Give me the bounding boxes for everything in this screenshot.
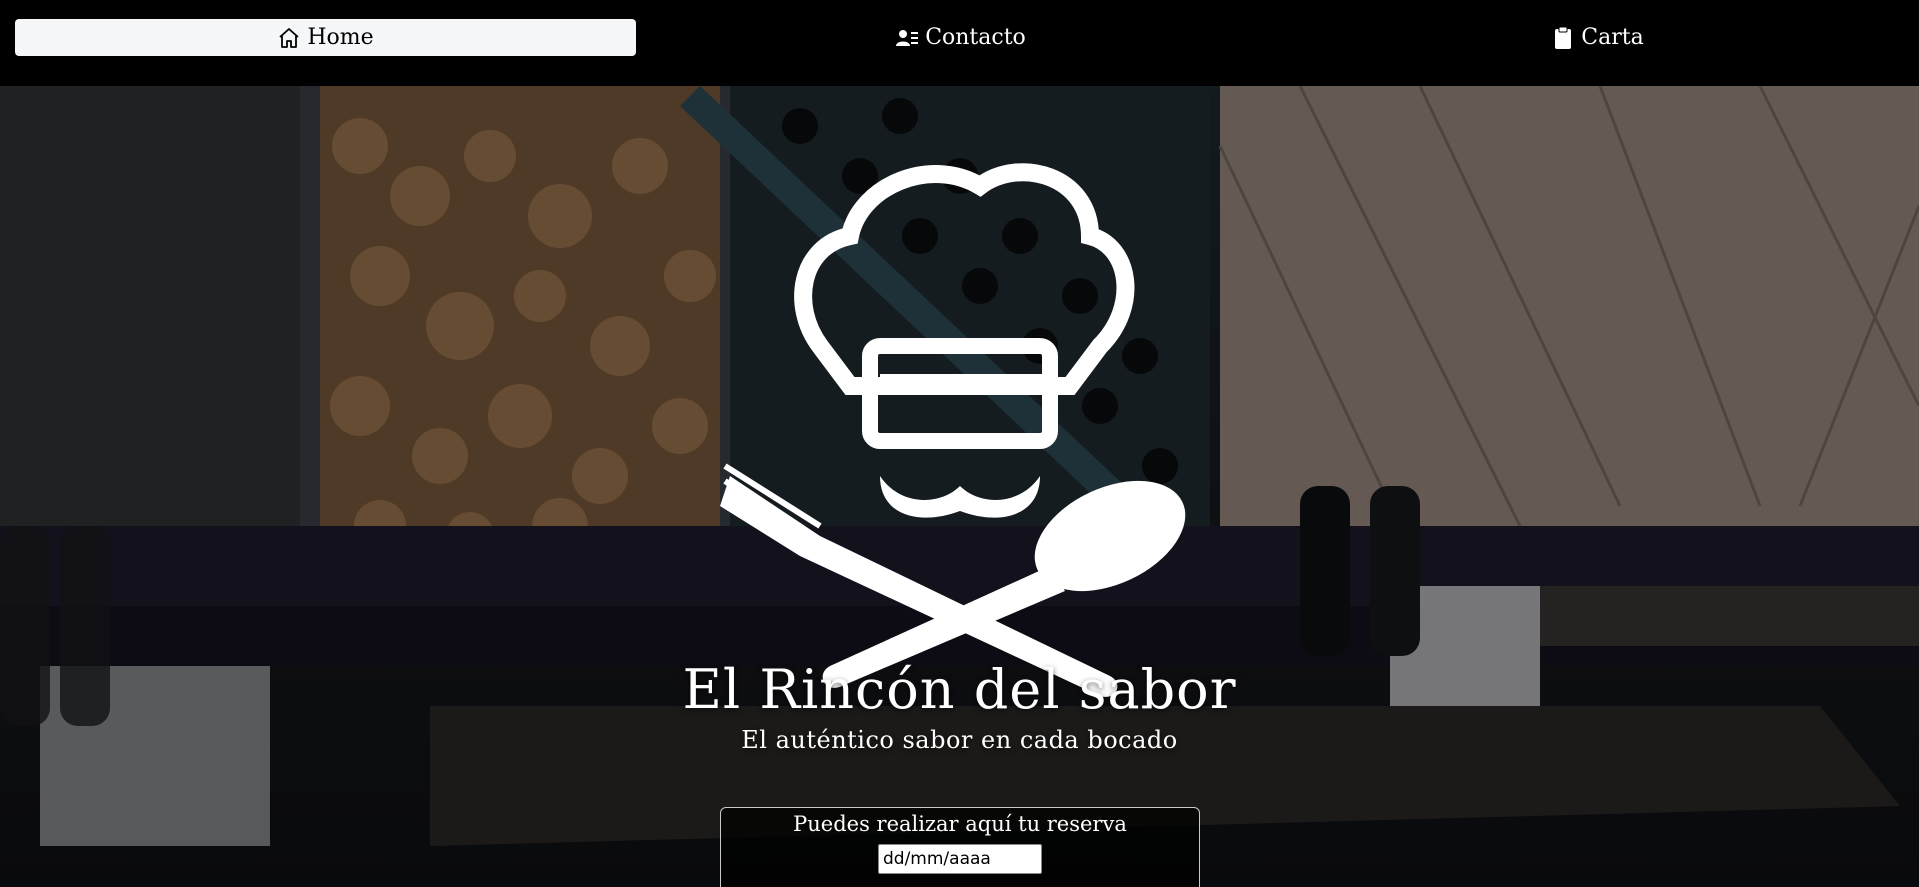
restaurant-subtitle: El auténtico sabor en cada bocado [741,726,1178,754]
clipboard-icon [1551,26,1575,50]
home-icon [277,26,301,50]
top-navbar: Home Contacto Carta [0,0,1919,86]
nav-item-label: Home [307,25,374,50]
reservation-panel: Puedes realizar aquí tu reserva [720,807,1200,887]
reservation-date-input[interactable] [878,844,1042,874]
restaurant-background-image [0,86,1919,887]
contact-card-icon [895,26,919,50]
restaurant-title: El Rincón del sabor [682,658,1237,721]
reservation-title: Puedes realizar aquí tu reserva [793,812,1127,836]
nav-item-home[interactable]: Home [15,19,636,56]
nav-item-label: Contacto [925,25,1026,50]
nav-item-carta[interactable]: Carta [1287,19,1908,56]
hero-section: El Rincón del sabor El auténtico sabor e… [0,86,1919,887]
nav-item-contacto[interactable]: Contacto [650,19,1271,56]
nav-item-label: Carta [1581,25,1644,50]
